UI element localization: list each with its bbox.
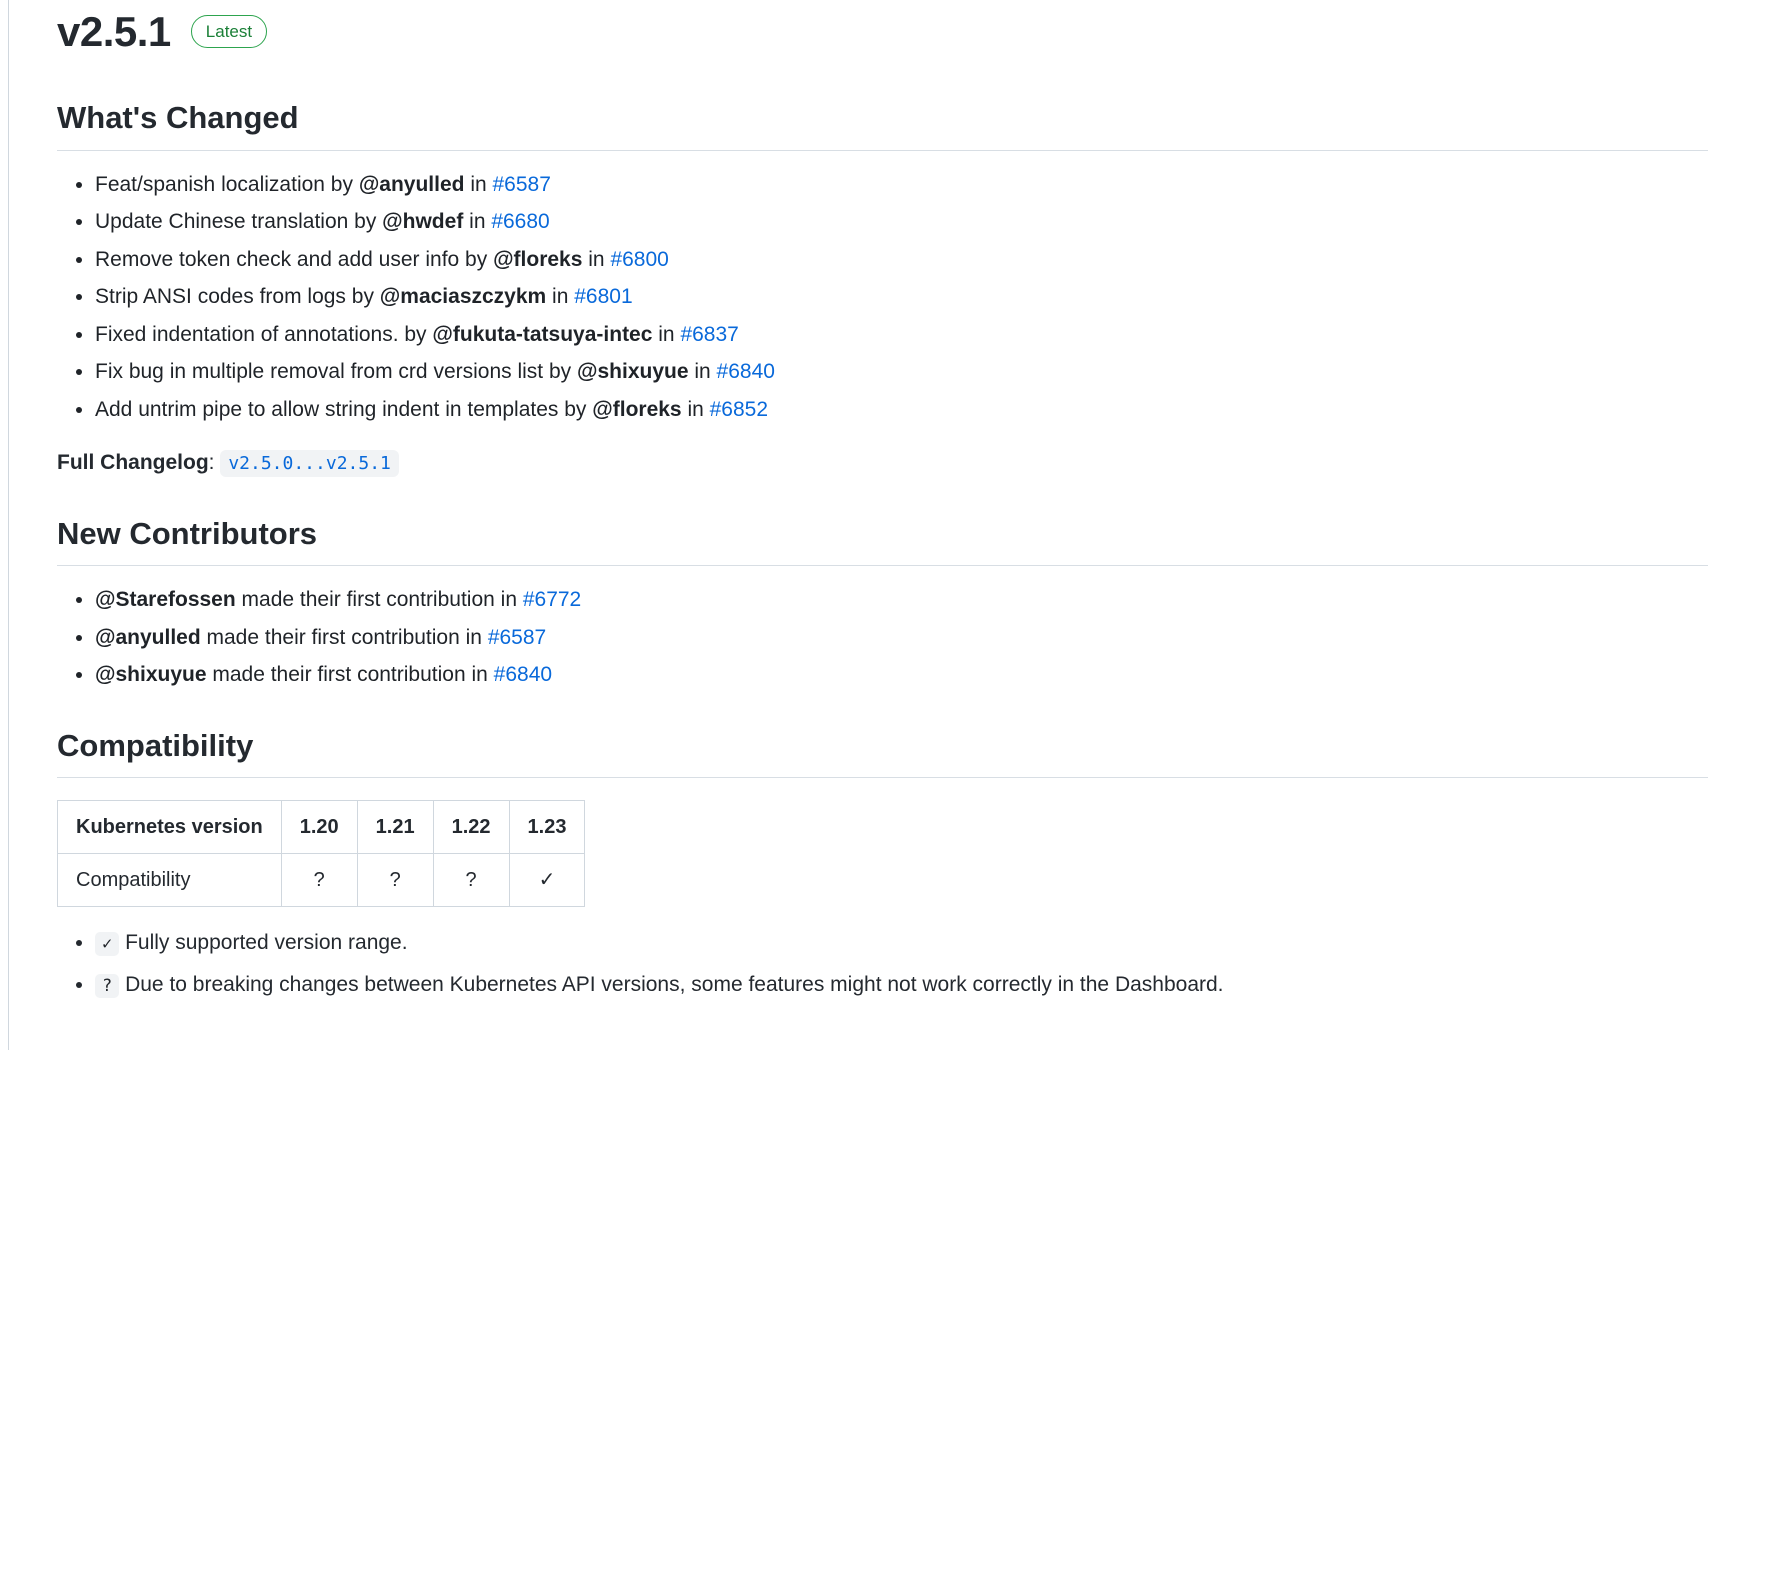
- title-row: v2.5.1 Latest: [57, 0, 1708, 63]
- table-cell: ?: [281, 854, 357, 907]
- list-item: Remove token check and add user info by …: [95, 244, 1708, 276]
- table-header: 1.23: [509, 801, 585, 854]
- legend-list: ✓ Fully supported version range. ? Due t…: [57, 927, 1708, 1000]
- pr-link[interactable]: #6772: [523, 588, 581, 611]
- table-cell: ✓: [509, 854, 585, 907]
- full-changelog-label: Full Changelog: [57, 451, 209, 474]
- contrib-mid: made their first contribution in: [201, 626, 488, 649]
- changelog-range-link[interactable]: v2.5.0...v2.5.1: [220, 450, 399, 477]
- latest-badge: Latest: [191, 15, 267, 49]
- change-text: Strip ANSI codes from logs by: [95, 285, 380, 308]
- list-item: Strip ANSI codes from logs by @maciaszcz…: [95, 281, 1708, 313]
- table-row: Kubernetes version 1.20 1.21 1.22 1.23: [58, 801, 585, 854]
- compatibility-heading: Compatibility: [57, 723, 1708, 779]
- table-header: Kubernetes version: [58, 801, 282, 854]
- pr-link[interactable]: #6837: [680, 323, 738, 346]
- table-cell: ?: [433, 854, 509, 907]
- author-mention[interactable]: @Starefossen: [95, 588, 236, 611]
- new-contributors-list: @Starefossen made their first contributi…: [57, 584, 1708, 691]
- pr-link[interactable]: #6801: [574, 285, 632, 308]
- change-text: Update Chinese translation by: [95, 210, 382, 233]
- legend-symbol: ✓: [95, 932, 119, 956]
- list-item: Fixed indentation of annotations. by @fu…: [95, 319, 1708, 351]
- list-item: @Starefossen made their first contributi…: [95, 584, 1708, 616]
- change-text: Remove token check and add user info by: [95, 248, 493, 271]
- list-item: ? Due to breaking changes between Kubern…: [95, 969, 1708, 1001]
- list-item: Feat/spanish localization by @anyulled i…: [95, 169, 1708, 201]
- author-mention[interactable]: @maciaszczykm: [380, 285, 546, 308]
- table-header: 1.22: [433, 801, 509, 854]
- in-text: in: [546, 285, 574, 308]
- table-cell: Compatibility: [58, 854, 282, 907]
- full-changelog-line: Full Changelog: v2.5.0...v2.5.1: [57, 447, 1708, 479]
- table-header: 1.20: [281, 801, 357, 854]
- release-notes: v2.5.1 Latest What's Changed Feat/spanis…: [8, 0, 1708, 1050]
- author-mention[interactable]: @anyulled: [359, 173, 465, 196]
- change-text: Fix bug in multiple removal from crd ver…: [95, 360, 577, 383]
- author-mention[interactable]: @fukuta-tatsuya-intec: [432, 323, 652, 346]
- list-item: @shixuyue made their first contribution …: [95, 659, 1708, 691]
- list-item: Fix bug in multiple removal from crd ver…: [95, 356, 1708, 388]
- legend-symbol: ?: [95, 974, 119, 998]
- contrib-mid: made their first contribution in: [236, 588, 523, 611]
- author-mention[interactable]: @hwdef: [382, 210, 463, 233]
- change-text: Fixed indentation of annotations. by: [95, 323, 432, 346]
- in-text: in: [463, 210, 491, 233]
- pr-link[interactable]: #6800: [610, 248, 668, 271]
- in-text: in: [652, 323, 680, 346]
- whats-changed-heading: What's Changed: [57, 95, 1708, 151]
- pr-link[interactable]: #6840: [494, 663, 552, 686]
- table-row: Compatibility ? ? ? ✓: [58, 854, 585, 907]
- in-text: in: [582, 248, 610, 271]
- in-text: in: [689, 360, 717, 383]
- change-text: Feat/spanish localization by: [95, 173, 359, 196]
- author-mention[interactable]: @floreks: [592, 398, 681, 421]
- list-item: Update Chinese translation by @hwdef in …: [95, 206, 1708, 238]
- pr-link[interactable]: #6587: [488, 626, 546, 649]
- list-item: Add untrim pipe to allow string indent i…: [95, 394, 1708, 426]
- pr-link[interactable]: #6852: [710, 398, 768, 421]
- compatibility-table: Kubernetes version 1.20 1.21 1.22 1.23 C…: [57, 800, 585, 907]
- pr-link[interactable]: #6587: [493, 173, 551, 196]
- changes-list: Feat/spanish localization by @anyulled i…: [57, 169, 1708, 426]
- author-mention[interactable]: @floreks: [493, 248, 582, 271]
- pr-link[interactable]: #6680: [491, 210, 549, 233]
- new-contributors-heading: New Contributors: [57, 511, 1708, 567]
- author-mention[interactable]: @shixuyue: [95, 663, 207, 686]
- version-heading: v2.5.1: [57, 0, 171, 63]
- legend-text: Due to breaking changes between Kubernet…: [119, 973, 1223, 996]
- pr-link[interactable]: #6840: [717, 360, 775, 383]
- list-item: ✓ Fully supported version range.: [95, 927, 1708, 959]
- colon: :: [209, 451, 221, 474]
- in-text: in: [464, 173, 492, 196]
- contrib-mid: made their first contribution in: [207, 663, 494, 686]
- table-cell: ?: [357, 854, 433, 907]
- in-text: in: [682, 398, 710, 421]
- table-header: 1.21: [357, 801, 433, 854]
- author-mention[interactable]: @anyulled: [95, 626, 201, 649]
- legend-text: Fully supported version range.: [119, 931, 407, 954]
- author-mention[interactable]: @shixuyue: [577, 360, 689, 383]
- list-item: @anyulled made their first contribution …: [95, 622, 1708, 654]
- change-text: Add untrim pipe to allow string indent i…: [95, 398, 592, 421]
